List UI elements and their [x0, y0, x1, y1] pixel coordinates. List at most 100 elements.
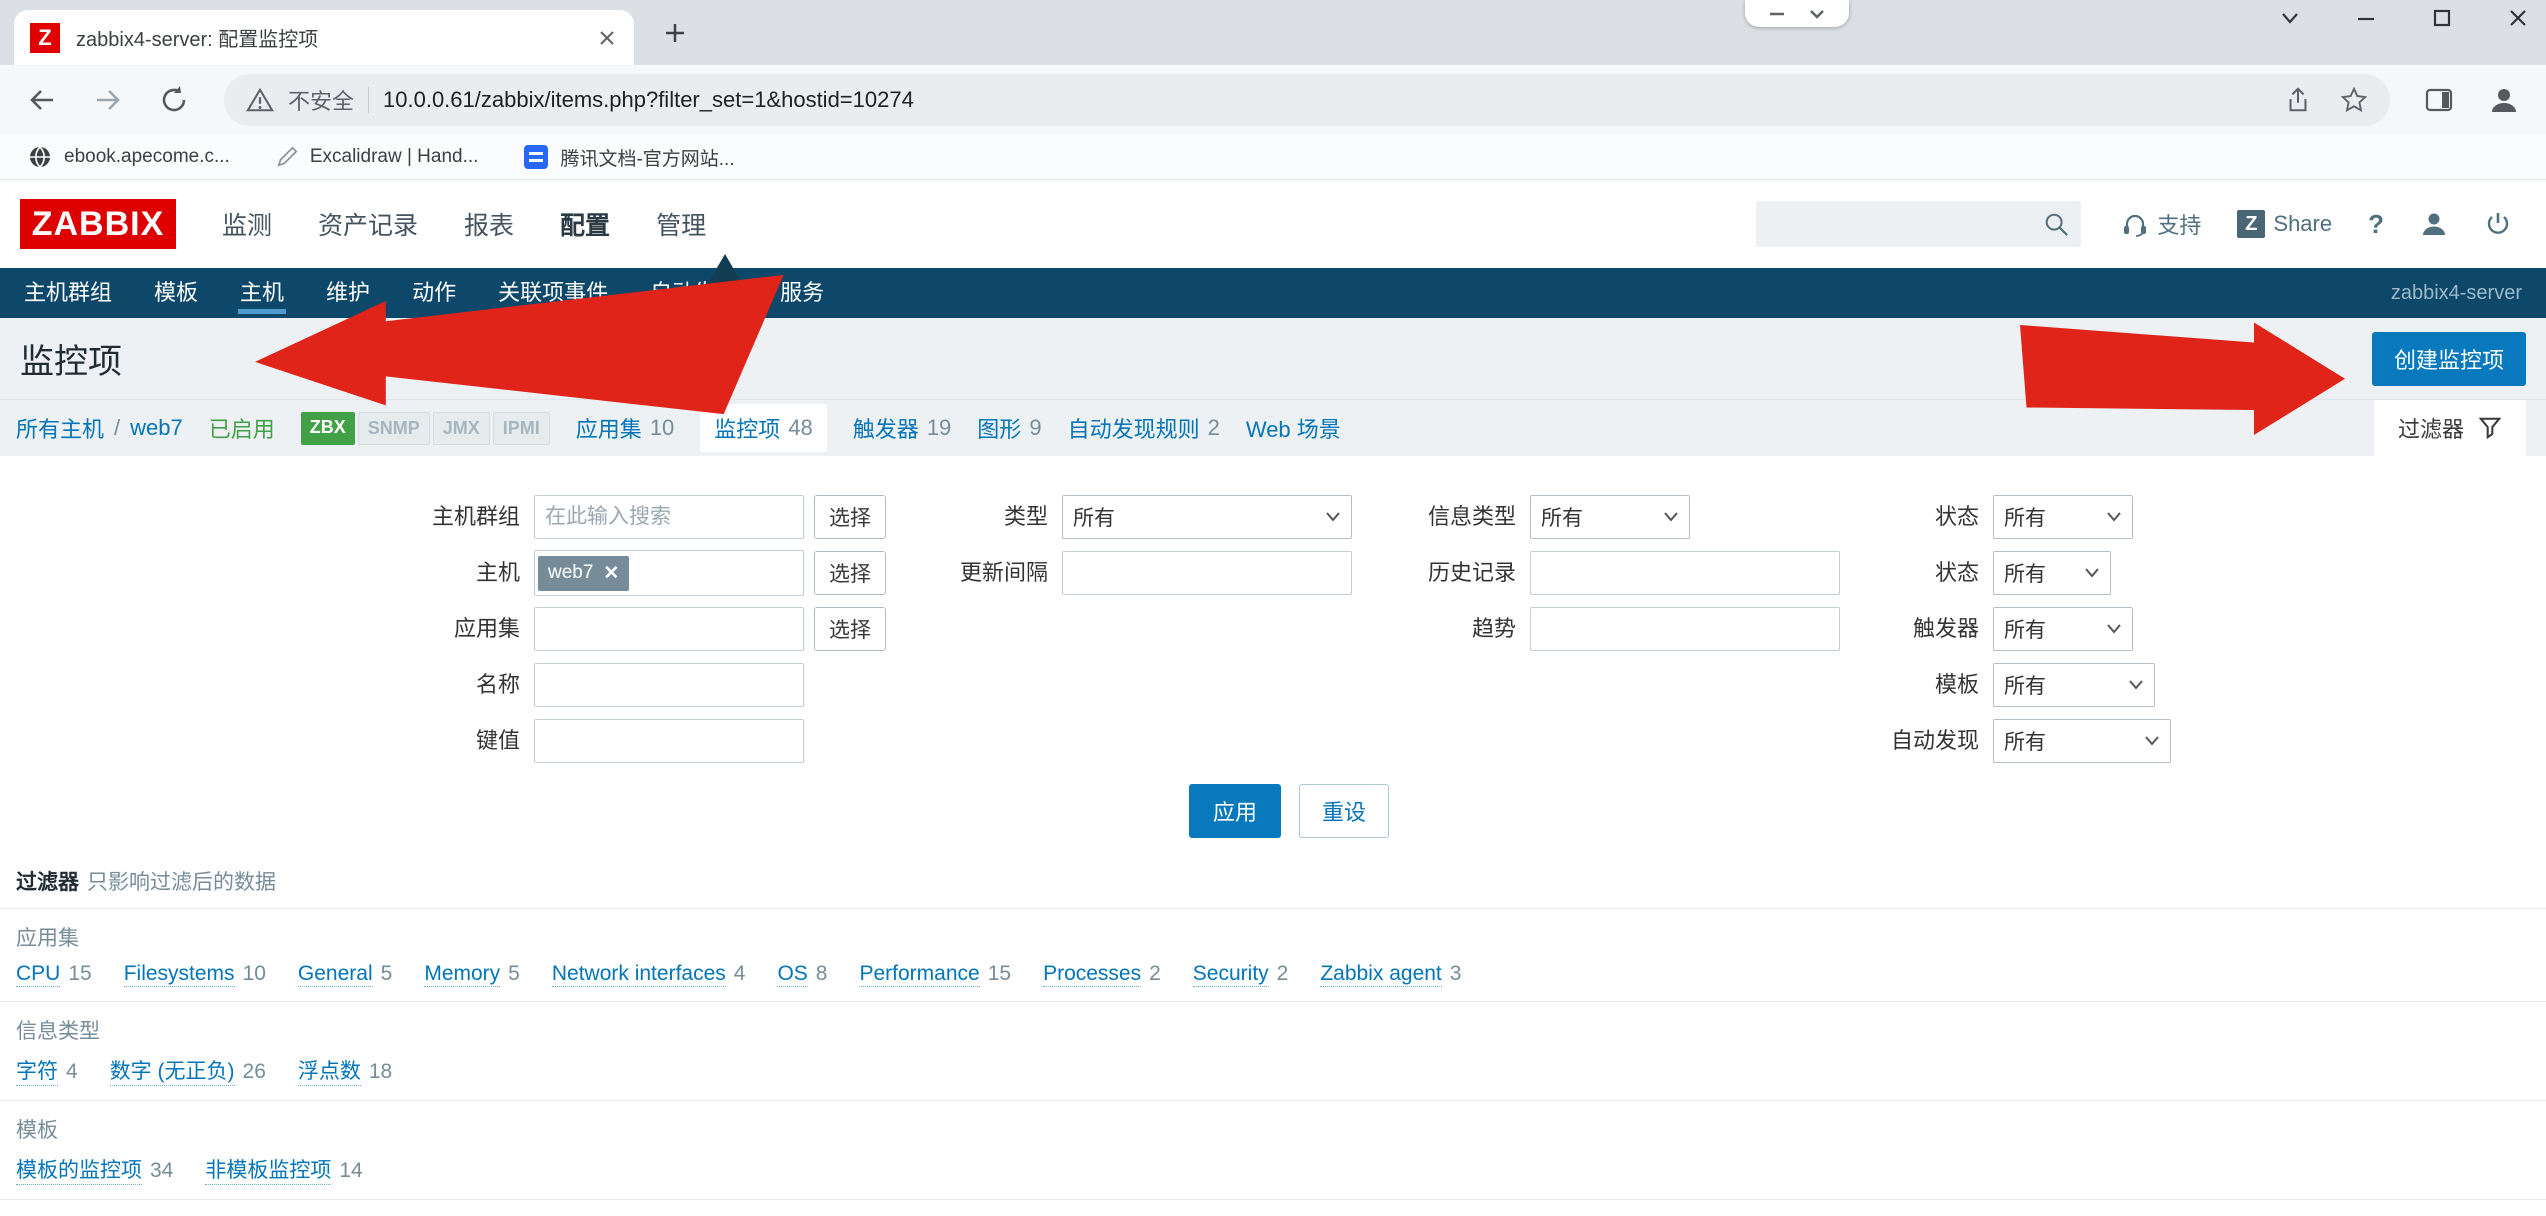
filter-toggle[interactable]: 过滤器: [2374, 400, 2526, 456]
bookmark-star-icon[interactable]: [2340, 86, 2368, 114]
discovery-dropdown[interactable]: 所有: [1993, 719, 2171, 763]
bookmark-label: 腾讯文档-官方网站...: [560, 144, 734, 171]
status-dropdown[interactable]: 所有: [1993, 495, 2133, 539]
host-input[interactable]: web7 ✕: [534, 550, 804, 596]
window-controls: [2278, 6, 2530, 30]
tab-close-icon[interactable]: [596, 27, 618, 49]
host-group-input[interactable]: [534, 495, 804, 539]
subfilter-link[interactable]: Performance15: [859, 962, 1011, 987]
menu-configuration[interactable]: 配置: [560, 206, 610, 242]
iface-ipmi-badge: IPMI: [493, 412, 550, 445]
side-panel-icon[interactable]: [2424, 85, 2454, 115]
subnav-host-groups[interactable]: 主机群组: [24, 268, 112, 318]
interface-badges: ZBX SNMP JMX IPMI: [301, 412, 550, 445]
new-tab-button[interactable]: [662, 20, 688, 46]
reload-icon[interactable]: [158, 84, 190, 116]
tab-web-scenarios[interactable]: Web 场景: [1246, 412, 1349, 444]
window-close-icon[interactable]: [2506, 6, 2530, 30]
application-input[interactable]: [534, 607, 804, 651]
address-bar[interactable]: 不安全 10.0.0.61/zabbix/items.php?filter_se…: [224, 74, 2390, 126]
browser-toolbar: 不安全 10.0.0.61/zabbix/items.php?filter_se…: [0, 65, 2546, 135]
share-label: Share: [2273, 211, 2332, 237]
tab-discovery-rules[interactable]: 自动发现规则2: [1068, 412, 1220, 444]
window-maximize-icon[interactable]: [2430, 6, 2454, 30]
host-select-button[interactable]: 选择: [814, 551, 886, 595]
state-dropdown[interactable]: 所有: [1993, 551, 2111, 595]
tab-applications[interactable]: 应用集10: [576, 412, 675, 444]
window-minimize-icon[interactable]: [2354, 6, 2378, 30]
subfilter-link[interactable]: Memory5: [424, 962, 520, 987]
chevron-down-icon: [1663, 511, 1679, 523]
zabbix-logo[interactable]: ZABBIX: [20, 199, 176, 249]
breadcrumb-all-hosts[interactable]: 所有主机: [16, 412, 104, 444]
type-dropdown[interactable]: 所有: [1062, 495, 1352, 539]
subfilter-link[interactable]: Network interfaces4: [552, 962, 746, 987]
subfilter-link[interactable]: 非模板监控项14: [205, 1154, 362, 1185]
logout-power-icon[interactable]: [2484, 210, 2512, 238]
chip-remove-icon[interactable]: ✕: [603, 562, 619, 585]
template-dropdown[interactable]: 所有: [1993, 663, 2155, 707]
subfilter-link[interactable]: General5: [298, 962, 392, 987]
server-name: zabbix4-server: [2391, 282, 2522, 305]
user-profile-icon[interactable]: [2420, 210, 2448, 238]
chevron-down-icon: [2128, 679, 2144, 691]
subfilter-link[interactable]: 字符4: [16, 1055, 78, 1086]
browser-tab[interactable]: Z zabbix4-server: 配置监控项: [14, 10, 634, 65]
subnav-maintenance[interactable]: 维护: [326, 268, 370, 318]
breadcrumb-host[interactable]: web7: [130, 415, 183, 441]
subnav-services[interactable]: 服务: [780, 268, 824, 318]
tab-graphs[interactable]: 图形9: [977, 412, 1041, 444]
subnav-templates[interactable]: 模板: [154, 268, 198, 318]
template-label: 模板: [1854, 662, 1979, 708]
back-icon[interactable]: [26, 84, 58, 116]
create-item-button[interactable]: 创建监控项: [2372, 332, 2526, 386]
floating-media-pill[interactable]: [1745, 0, 1849, 27]
support-link[interactable]: 支持: [2121, 208, 2201, 240]
chevron-down-icon: [1325, 511, 1341, 523]
subnav-hosts[interactable]: 主机: [240, 268, 284, 318]
application-select-button[interactable]: 选择: [814, 607, 886, 651]
apply-button[interactable]: 应用: [1189, 784, 1281, 838]
info-type-dropdown[interactable]: 所有: [1530, 495, 1690, 539]
forward-icon[interactable]: [92, 84, 124, 116]
subfilter-link[interactable]: Zabbix agent3: [1320, 962, 1461, 987]
type-label: 类型: [908, 494, 1048, 540]
reset-button[interactable]: 重设: [1299, 784, 1389, 838]
browser-profile-avatar[interactable]: [2488, 84, 2520, 116]
bookmark-item[interactable]: 腾讯文档-官方网站...: [524, 144, 734, 171]
menu-reports[interactable]: 报表: [464, 206, 514, 242]
menu-monitoring[interactable]: 监测: [222, 206, 272, 242]
subfilter-link[interactable]: OS8: [777, 962, 827, 987]
history-input[interactable]: [1530, 551, 1840, 595]
subfilter-link[interactable]: CPU15: [16, 962, 92, 987]
subfilter-link[interactable]: 数字 (无正负)26: [110, 1055, 266, 1086]
url-text: 10.0.0.61/zabbix/items.php?filter_set=1&…: [383, 87, 2270, 113]
menu-inventory[interactable]: 资产记录: [318, 206, 418, 242]
menu-administration[interactable]: 管理: [656, 206, 706, 242]
global-search-input[interactable]: [1756, 201, 2081, 247]
window-chevron-icon[interactable]: [2278, 6, 2302, 30]
subfilter-link[interactable]: Filesystems10: [124, 962, 266, 987]
help-icon[interactable]: ?: [2368, 209, 2384, 240]
host-group-select-button[interactable]: 选择: [814, 495, 886, 539]
update-interval-input[interactable]: [1062, 551, 1352, 595]
tab-triggers[interactable]: 触发器19: [853, 412, 952, 444]
subfilter-info-types: 信息类型 字符4 数字 (无正负)26 浮点数18: [0, 1001, 2546, 1100]
subfilter-link[interactable]: Processes2: [1043, 962, 1161, 987]
bookmark-item[interactable]: Excalidraw | Hand...: [276, 145, 479, 169]
chevron-down-icon: [2144, 735, 2160, 747]
bookmark-item[interactable]: ebook.apecome.c...: [28, 145, 230, 169]
tab-title: zabbix4-server: 配置监控项: [76, 23, 596, 52]
subfilter-link[interactable]: 模板的监控项34: [16, 1154, 173, 1185]
subfilter-link[interactable]: 浮点数18: [298, 1055, 392, 1086]
name-input[interactable]: [534, 663, 804, 707]
host-group-label: 主机群组: [410, 494, 520, 540]
subfilter-applications: 应用集 CPU15 Filesystems10 General5 Memory5…: [0, 908, 2546, 1001]
subfilter-link[interactable]: Security2: [1193, 962, 1289, 987]
trends-input[interactable]: [1530, 607, 1840, 651]
triggers-dropdown[interactable]: 所有: [1993, 607, 2133, 651]
subnav-actions[interactable]: 动作: [412, 268, 456, 318]
share-link[interactable]: Z Share: [2237, 210, 2332, 238]
share-page-icon[interactable]: [2284, 86, 2312, 114]
key-input[interactable]: [534, 719, 804, 763]
